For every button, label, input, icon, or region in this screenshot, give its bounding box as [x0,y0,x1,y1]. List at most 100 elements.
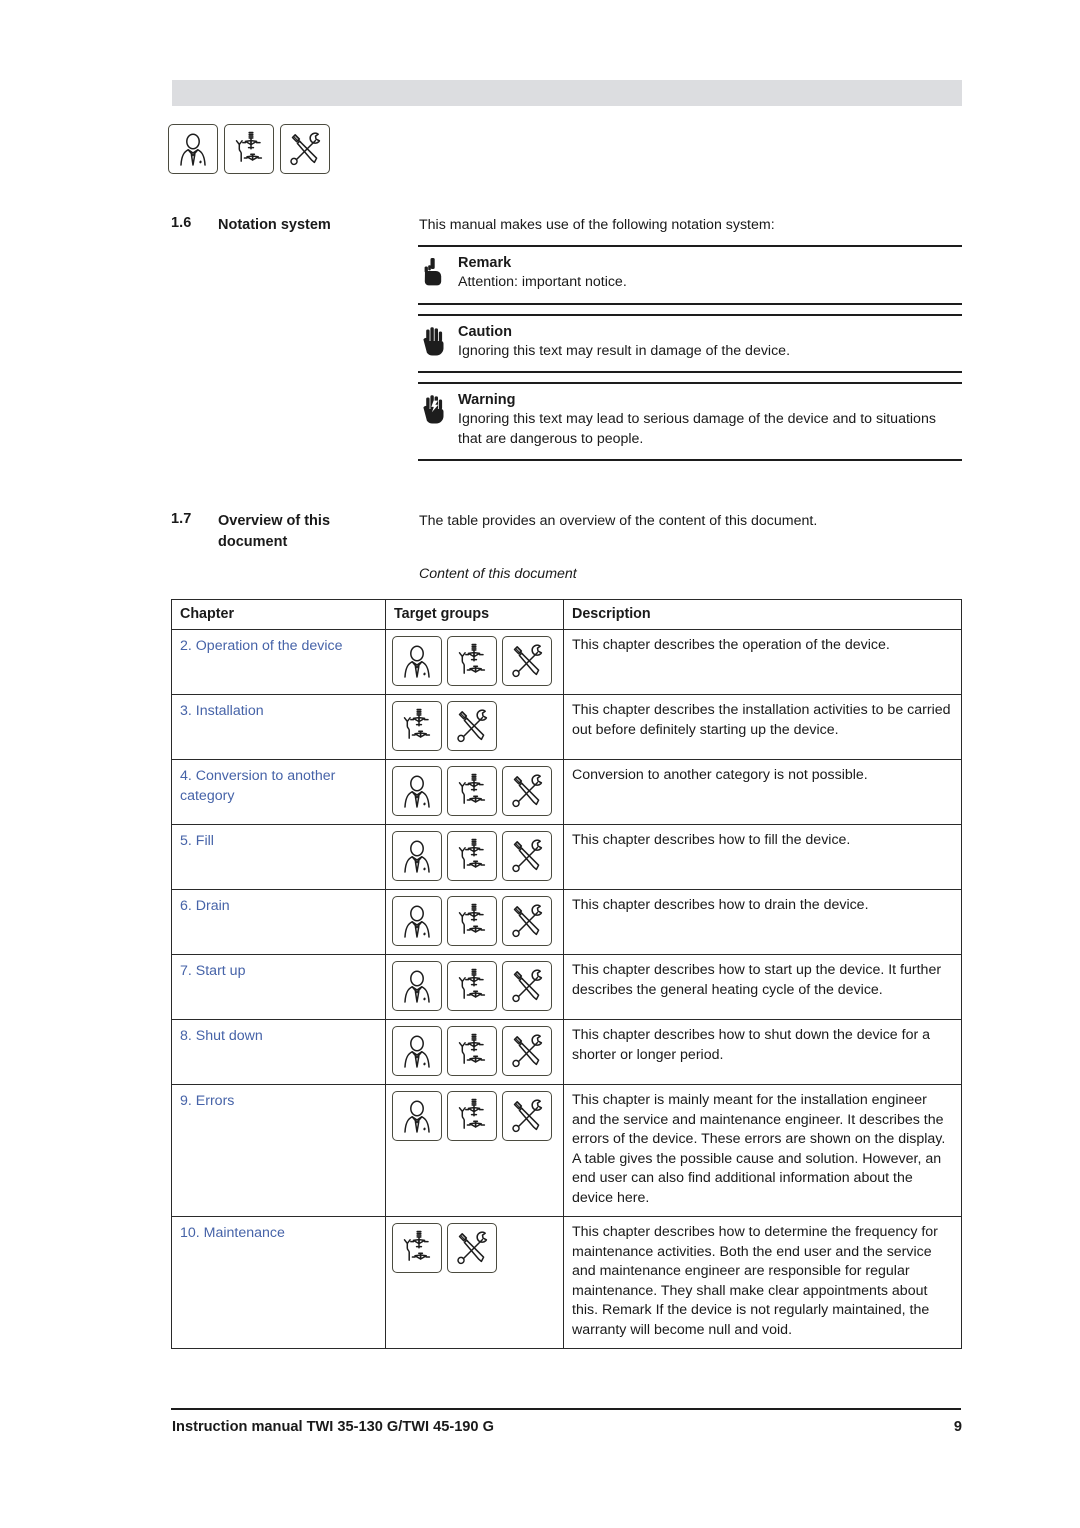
note-warning: Warning Ignoring this text may lead to s… [418,384,962,459]
table-caption: Content of this document [419,566,577,582]
target-groups-cell [385,889,564,955]
footer-page-number: 9 [953,1419,962,1435]
installation-engineer-icon [392,701,442,751]
installation-engineer-icon [447,766,497,816]
chapter-link[interactable]: 3. Installation [180,701,264,721]
chapter-cell: 9. Errors [171,1084,386,1217]
description-cell: This chapter describes how to drain the … [563,889,962,955]
section-number-notation: 1.6 [171,215,192,231]
pointing-finger-icon [420,255,448,289]
footer-divider [171,1408,961,1410]
note-title: Caution [458,323,512,340]
end-user-icon [392,1026,442,1076]
target-groups-cell [385,824,564,890]
chapter-link[interactable]: 2. Operation of the device [180,636,342,656]
chapter-cell: 4. Conversion to another category [171,759,386,825]
description-cell: This chapter describes how to fill the d… [563,824,962,890]
table-header-row: Chapter Target groups Description [171,599,962,630]
installation-engineer-icon [447,636,497,686]
service-maintenance-engineer-icon [502,1026,552,1076]
note-title: Warning [458,392,516,408]
end-user-icon [392,896,442,946]
chapter-link[interactable]: 7. Start up [180,961,245,981]
description-cell: This chapter describes how to start up t… [563,954,962,1020]
target-groups-cell [385,629,564,695]
target-icon-group [392,896,559,946]
chapter-link[interactable]: 8. Shut down [180,1026,263,1046]
description-cell: This chapter describes how to shut down … [563,1019,962,1085]
description-text: This chapter describes how to determine … [572,1224,938,1338]
target-groups-cell [385,1019,564,1085]
service-maintenance-engineer-icon [502,1091,552,1141]
chapter-link[interactable]: 4. Conversion to another category [180,766,377,806]
chapter-cell: 2. Operation of the device [171,629,386,695]
note-body: Ignoring this text may lead to serious d… [458,411,936,447]
installation-engineer-icon [447,1091,497,1141]
service-maintenance-engineer-icon [447,1223,497,1273]
chapter-link[interactable]: 5. Fill [180,831,214,851]
header-band [172,80,962,106]
chapter-cell: 10. Maintenance [171,1216,386,1349]
service-maintenance-engineer-icon [502,961,552,1011]
table-row: 5. Fill This chapter describes how to fil… [171,824,962,890]
end-user-icon [392,831,442,881]
end-user-icon [392,961,442,1011]
target-groups-cell [385,694,564,760]
column-header-chapter: Chapter [171,599,386,630]
target-icon-group [392,701,559,751]
chapter-cell: 7. Start up [171,954,386,1020]
description-text: This chapter describes how to drain the … [572,897,869,913]
description-text: Conversion to another category is not po… [572,767,868,783]
section-number-overview: 1.7 [171,511,192,527]
header-pictogram-strip [168,124,330,174]
note-body: Attention: important notice. [458,274,627,290]
table-row: 9. Errors This chapter is mainly meant fo… [171,1084,962,1217]
service-maintenance-engineer-icon [447,701,497,751]
target-groups-cell [385,759,564,825]
target-icon-group [392,1026,559,1076]
chapter-link[interactable]: 9. Errors [180,1091,234,1111]
divider-rule [418,459,962,461]
service-maintenance-engineer-icon [502,766,552,816]
footer-manual-title: Instruction manual TWI 35-130 G/TWI 45-1… [172,1419,494,1435]
description-cell: This chapter describes how to determine … [563,1216,962,1349]
end-user-icon [392,636,442,686]
chapter-link[interactable]: 10. Maintenance [180,1223,285,1243]
service-maintenance-engineer-icon [502,636,552,686]
hand-lightning-icon [420,392,448,426]
description-text: This chapter is mainly meant for the ins… [572,1092,946,1206]
table-row: 10. Maintenance This chapter describes ho… [171,1216,962,1349]
column-header-target-groups: Target groups [385,599,564,630]
target-groups-cell [385,1216,564,1349]
description-cell: This chapter is mainly meant for the ins… [563,1084,962,1217]
section-title-overview: Overview of this document [218,513,331,550]
installation-engineer-icon [447,961,497,1011]
service-maintenance-engineer-icon [502,831,552,881]
installation-engineer-icon [447,1026,497,1076]
end-user-icon [392,1091,442,1141]
target-icon-group [392,1223,559,1273]
target-icon-group [392,1091,559,1141]
description-cell: This chapter describes the operation of … [563,629,962,695]
notation-intro-text: This manual makes use of the following n… [419,217,775,233]
target-icon-group [392,831,559,881]
chapter-link[interactable]: 6. Drain [180,896,230,916]
description-text: This chapter describes the operation of … [572,637,890,653]
note-body: Ignoring this text may result in damage … [458,342,791,359]
note-caution: Caution Ignoring this text may result in… [418,316,962,372]
note-title: Remark [458,255,512,271]
description-text: This chapter describes how to fill the d… [572,832,851,848]
table-row: 2. Operation of the device This chapter d… [171,629,962,695]
target-icon-group [392,636,559,686]
document-page: 1.6 Notation system This manual makes us… [0,0,1080,1528]
installation-engineer-icon [224,124,274,174]
description-text: This chapter describes how to shut down … [572,1027,931,1063]
table-row: 8. Shut down This chapter describes how t… [171,1019,962,1085]
installation-engineer-icon [447,896,497,946]
description-cell: This chapter describes the installation … [563,694,962,760]
table-row: 4. Conversion to another category Convers… [171,759,962,825]
notation-blocks: Remark Attention: important notice. Caut… [418,245,962,461]
end-user-icon [392,766,442,816]
description-text: This chapter describes the installation … [572,702,951,738]
target-groups-cell [385,954,564,1020]
